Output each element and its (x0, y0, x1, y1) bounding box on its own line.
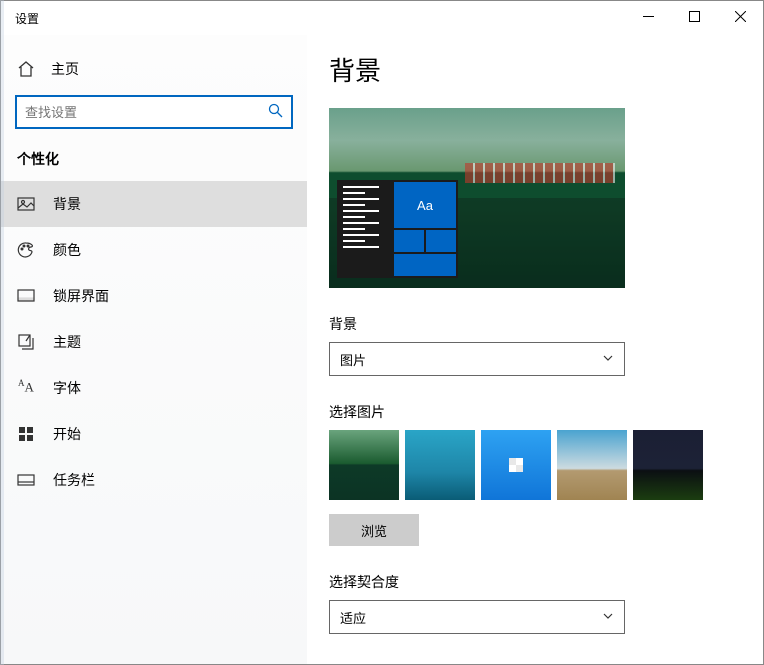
search-input[interactable] (25, 105, 268, 120)
sidebar-item-label: 任务栏 (53, 470, 95, 490)
preview-start-menu: Aa (337, 180, 458, 278)
main-panel: 背景 Aa (307, 35, 763, 664)
sidebar-item-label: 主题 (53, 332, 81, 352)
sidebar-item-label: 背景 (53, 194, 81, 214)
image-icon (17, 195, 35, 213)
sidebar-item-6[interactable]: 任务栏 (1, 457, 307, 503)
search-container (15, 95, 293, 129)
nav-list: 背景颜色锁屏界面主题 AA 字体开始任务栏 (1, 181, 307, 503)
sidebar-item-label: 颜色 (53, 240, 81, 260)
fit-select[interactable]: 适应 (329, 600, 625, 634)
sidebar-item-4[interactable]: AA 字体 (1, 365, 307, 411)
fit-value: 适应 (340, 608, 366, 627)
font-icon: AA (17, 379, 35, 397)
picture-thumb-3[interactable] (481, 430, 551, 500)
preview-sample-tile: Aa (394, 182, 456, 228)
chevron-down-icon (602, 610, 614, 625)
fit-label: 选择契合度 (329, 572, 735, 592)
home-icon (17, 60, 35, 78)
desktop-preview: Aa (329, 108, 625, 288)
sidebar-item-0[interactable]: 背景 (1, 181, 307, 227)
search-box[interactable] (15, 95, 293, 129)
sidebar-item-label: 字体 (53, 378, 81, 398)
start-icon (17, 425, 35, 443)
close-icon (735, 11, 746, 22)
minimize-button[interactable] (625, 1, 671, 31)
preview-app-list (337, 180, 392, 278)
preview-detail (465, 163, 615, 183)
sidebar-item-1[interactable]: 颜色 (1, 227, 307, 273)
search-icon (268, 103, 283, 121)
background-type-select[interactable]: 图片 (329, 342, 625, 376)
theme-icon (17, 333, 35, 351)
maximize-button[interactable] (671, 1, 717, 31)
sidebar-item-2[interactable]: 锁屏界面 (1, 273, 307, 319)
minimize-icon (643, 11, 654, 22)
sidebar-item-3[interactable]: 主题 (1, 319, 307, 365)
palette-icon (17, 241, 35, 259)
section-header: 个性化 (1, 149, 307, 181)
background-field-label: 背景 (329, 314, 735, 334)
sidebar-item-label: 锁屏界面 (53, 286, 109, 306)
home-button[interactable]: 主页 (1, 51, 307, 95)
picture-thumb-2[interactable] (405, 430, 475, 500)
close-button[interactable] (717, 1, 763, 31)
picture-thumbnails (329, 430, 735, 500)
choose-picture-label: 选择图片 (329, 402, 735, 422)
picture-thumb-1[interactable] (329, 430, 399, 500)
sidebar-item-5[interactable]: 开始 (1, 411, 307, 457)
picture-thumb-4[interactable] (557, 430, 627, 500)
content-area: 主页 个性化 背景颜色锁屏界面主题AA字体开始任务栏 背景 (1, 35, 763, 664)
titlebar: 设置 (1, 1, 763, 35)
chevron-down-icon (602, 352, 614, 367)
picture-thumb-5[interactable] (633, 430, 703, 500)
sidebar-item-label: 开始 (53, 424, 81, 444)
home-label: 主页 (51, 59, 79, 79)
window-title: 设置 (1, 10, 39, 27)
left-edge-bar (0, 0, 4, 665)
preview-tiles: Aa (392, 180, 458, 278)
page-title: 背景 (329, 51, 735, 88)
background-type-value: 图片 (340, 350, 366, 369)
maximize-icon (689, 11, 700, 22)
taskbar-icon (17, 471, 35, 489)
sidebar: 主页 个性化 背景颜色锁屏界面主题 AA 字体开始任务栏 (1, 35, 307, 664)
browse-button[interactable]: 浏览 (329, 514, 419, 546)
lockscreen-icon (17, 287, 35, 305)
window-controls (625, 1, 763, 31)
